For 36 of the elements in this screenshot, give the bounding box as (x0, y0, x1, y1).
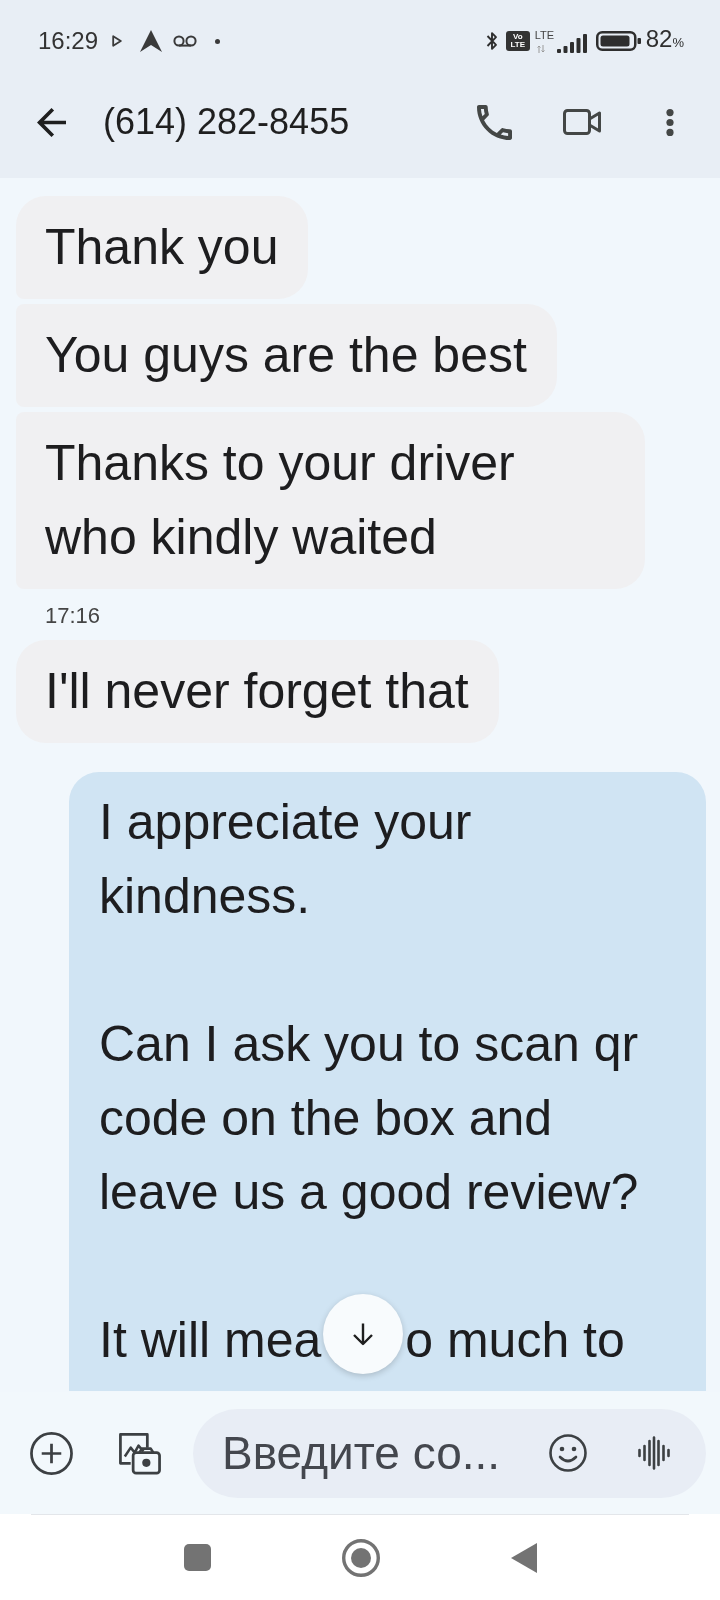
triangle-icon[interactable] (510, 1542, 537, 1573)
dot-icon (215, 38, 221, 44)
bluetooth-icon (485, 30, 498, 52)
incoming-message: Thank you (16, 196, 309, 299)
circle-icon[interactable] (341, 1538, 380, 1577)
volte-badge: Vo LTE (505, 31, 530, 51)
more-options-icon[interactable] (666, 108, 674, 136)
phone-icon[interactable] (477, 104, 512, 140)
message-text: I appreciate your kindness. (99, 793, 473, 926)
message-text-fragment: It will mea (99, 1311, 322, 1370)
emoji-icon[interactable] (549, 1434, 587, 1472)
arrow-down-icon (352, 1322, 374, 1346)
back-arrow-icon[interactable] (37, 107, 66, 137)
network-type-label: LTE (534, 30, 555, 41)
status-time: 16:29 (38, 27, 99, 55)
incoming-message: You guys are the best (16, 304, 557, 407)
incoming-message: Thanks to your driver who kindly waited (16, 412, 645, 589)
video-camera-icon[interactable] (563, 109, 601, 135)
play-triangle-icon (112, 35, 123, 47)
contact-title: (614) 282-8455 (103, 100, 350, 144)
message-text-fragment: o much to (405, 1311, 625, 1370)
battery-percent: 82% (645, 25, 684, 54)
message-time: 17:16 (45, 603, 101, 629)
data-arrows-icon (536, 45, 545, 53)
incoming-message: I'll never forget that (16, 640, 499, 743)
gallery-camera-icon[interactable] (117, 1430, 162, 1476)
add-icon[interactable] (30, 1431, 73, 1475)
voicemail-icon (173, 35, 198, 47)
battery-icon (595, 31, 641, 51)
square-icon[interactable] (183, 1544, 211, 1571)
message-input[interactable]: Введите со... (222, 1426, 549, 1480)
waveform-icon[interactable] (638, 1436, 670, 1470)
signal-bars-icon (556, 34, 587, 53)
navigation-arrow-icon (140, 30, 163, 52)
message-text: Can I ask you to scan qr code on the box and leave us a good review? (99, 1015, 640, 1222)
compose-field[interactable]: Введите со... (193, 1408, 706, 1498)
